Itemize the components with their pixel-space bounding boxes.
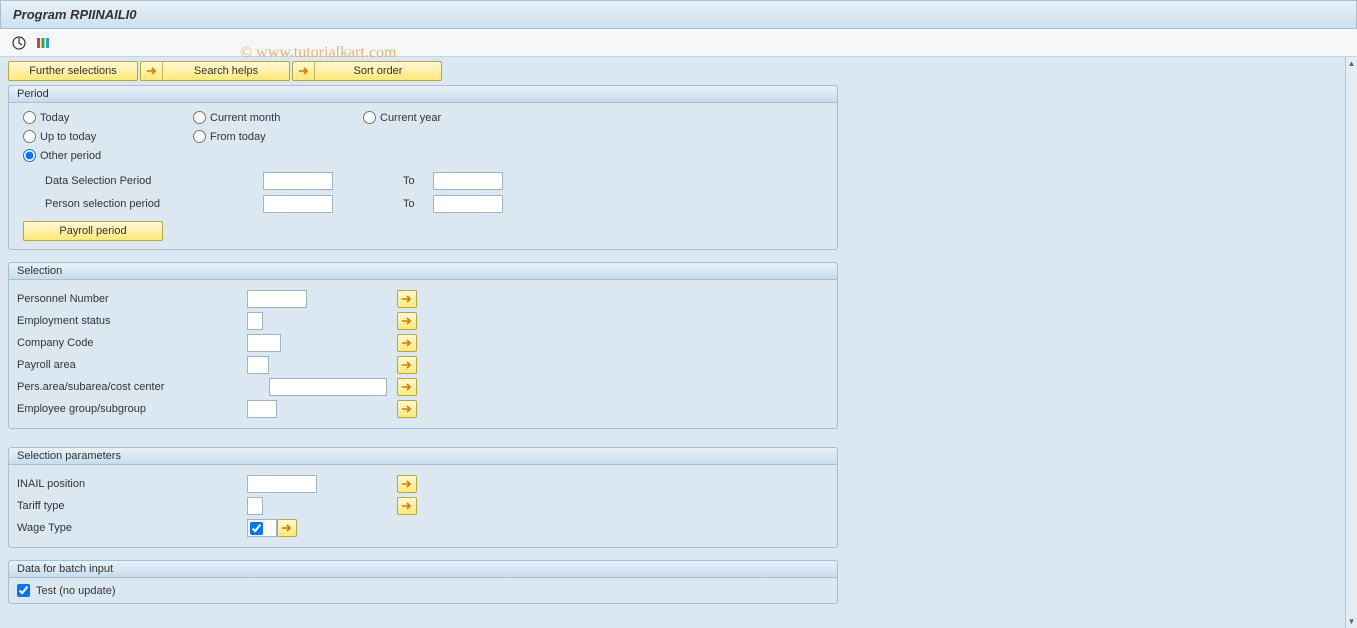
- to-label: To: [403, 175, 433, 187]
- pers-area-label: Pers.area/subarea/cost center: [17, 381, 269, 393]
- multiple-selection-button[interactable]: [397, 334, 417, 352]
- vertical-scrollbar[interactable]: ▲ ▼: [1345, 57, 1357, 628]
- pers-area-input[interactable]: [269, 378, 387, 396]
- multiple-selection-button[interactable]: [397, 497, 417, 515]
- variant-icon[interactable]: [34, 34, 52, 52]
- scroll-up-icon[interactable]: ▲: [1348, 59, 1356, 68]
- groupbox-title: Period: [9, 86, 837, 103]
- multiple-selection-button[interactable]: [397, 475, 417, 493]
- title-bar: Program RPIINAILI0: [0, 0, 1357, 29]
- radio-from-today[interactable]: From today: [193, 130, 363, 143]
- selection-parameters-groupbox: Selection parameters INAIL position Tari…: [8, 447, 838, 548]
- person-selection-period-label: Person selection period: [23, 198, 263, 210]
- data-selection-to-input[interactable]: [433, 172, 503, 190]
- personnel-number-input[interactable]: [247, 290, 307, 308]
- period-groupbox: Period Today Current month Current year …: [8, 85, 838, 250]
- arrow-right-icon: [293, 62, 315, 80]
- payroll-area-input[interactable]: [247, 356, 269, 374]
- personnel-number-label: Personnel Number: [17, 293, 247, 305]
- wage-type-checkbox[interactable]: [250, 522, 263, 535]
- to-label: To: [403, 198, 433, 210]
- arrow-right-icon: [141, 62, 163, 80]
- data-selection-period-label: Data Selection Period: [23, 175, 263, 187]
- groupbox-title: Data for batch input: [9, 561, 837, 578]
- tariff-type-input[interactable]: [247, 497, 263, 515]
- selection-groupbox: Selection Personnel Number Employment st…: [8, 262, 838, 429]
- wage-type-label: Wage Type: [17, 522, 247, 534]
- button-label: Sort order: [315, 65, 441, 77]
- employee-group-input[interactable]: [247, 400, 277, 418]
- action-button-row: Further selections Search helps Sort ord…: [8, 61, 1337, 81]
- employment-status-label: Employment status: [17, 315, 247, 327]
- tariff-type-label: Tariff type: [17, 500, 247, 512]
- groupbox-title: Selection parameters: [9, 448, 837, 465]
- employee-group-label: Employee group/subgroup: [17, 403, 247, 415]
- program-title: Program RPIINAILI0: [13, 7, 137, 22]
- inail-position-input[interactable]: [247, 475, 317, 493]
- checkbox-label: Test (no update): [36, 585, 116, 597]
- radio-current-year[interactable]: Current year: [363, 111, 533, 124]
- company-code-input[interactable]: [247, 334, 281, 352]
- multiple-selection-button[interactable]: [397, 290, 417, 308]
- data-selection-from-input[interactable]: [263, 172, 333, 190]
- search-helps-button[interactable]: Search helps: [140, 61, 290, 81]
- sort-order-button[interactable]: Sort order: [292, 61, 442, 81]
- multiple-selection-button[interactable]: [277, 519, 297, 537]
- scroll-down-icon[interactable]: ▼: [1348, 617, 1356, 626]
- multiple-selection-button[interactable]: [397, 312, 417, 330]
- execute-icon[interactable]: [10, 34, 28, 52]
- inail-position-label: INAIL position: [17, 478, 247, 490]
- batch-input-groupbox: Data for batch input Test (no update): [8, 560, 838, 604]
- content-area: Further selections Search helps Sort ord…: [0, 57, 1345, 628]
- employment-status-input[interactable]: [247, 312, 263, 330]
- multiple-selection-button[interactable]: [397, 356, 417, 374]
- radio-up-to-today[interactable]: Up to today: [23, 130, 193, 143]
- app-toolbar: [0, 29, 1357, 57]
- test-no-update-checkbox[interactable]: Test (no update): [17, 584, 829, 597]
- multiple-selection-button[interactable]: [397, 378, 417, 396]
- company-code-label: Company Code: [17, 337, 247, 349]
- multiple-selection-button[interactable]: [397, 400, 417, 418]
- button-label: Search helps: [163, 65, 289, 77]
- radio-other-period[interactable]: Other period: [23, 149, 193, 162]
- further-selections-button[interactable]: Further selections: [8, 61, 138, 81]
- payroll-area-label: Payroll area: [17, 359, 247, 371]
- person-selection-to-input[interactable]: [433, 195, 503, 213]
- payroll-period-button[interactable]: Payroll period: [23, 221, 163, 241]
- person-selection-from-input[interactable]: [263, 195, 333, 213]
- button-label: Further selections: [17, 65, 129, 77]
- radio-today[interactable]: Today: [23, 111, 193, 124]
- groupbox-title: Selection: [9, 263, 837, 280]
- radio-current-month[interactable]: Current month: [193, 111, 363, 124]
- button-label: Payroll period: [59, 225, 126, 237]
